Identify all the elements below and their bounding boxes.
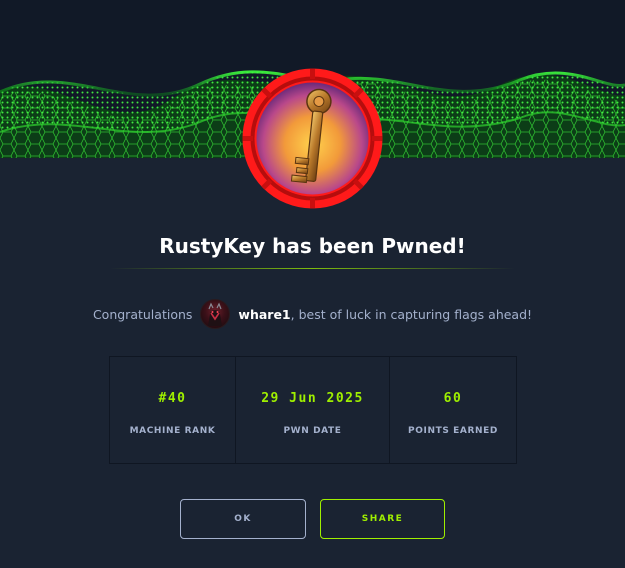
machine-rank-label: MACHINE RANK [129, 426, 216, 436]
user-avatar[interactable] [200, 299, 231, 329]
username[interactable]: whare1 [238, 307, 290, 322]
golden-key-icon [242, 68, 383, 209]
points-earned-value: 60 [443, 391, 463, 406]
ok-button[interactable]: OK [180, 499, 306, 539]
congrats-prefix: Congratulations [92, 306, 193, 322]
machine-rank-value: #40 [158, 391, 187, 406]
machine-badge [241, 67, 384, 210]
congrats-message: Congratulations whare1 , best of luck in… [0, 299, 625, 329]
stat-machine-rank: #40 MACHINE RANK [110, 357, 236, 463]
pwned-title: RustyKey has been Pwned! [159, 234, 466, 258]
stat-points-earned: 60 POINTS EARNED [390, 357, 516, 463]
share-button[interactable]: SHARE [320, 499, 445, 539]
pwn-date-value: 29 Jun 2025 [261, 391, 364, 406]
congrats-suffix: , best of luck in capturing flags ahead! [290, 306, 533, 322]
stats-panel: #40 MACHINE RANK 29 Jun 2025 PWN DATE 60… [109, 356, 517, 464]
title-divider [110, 268, 515, 269]
pwn-date-label: PWN DATE [283, 426, 342, 436]
stat-pwn-date: 29 Jun 2025 PWN DATE [236, 357, 390, 463]
points-earned-label: POINTS EARNED [408, 426, 498, 436]
avatar-icon [208, 302, 223, 326]
